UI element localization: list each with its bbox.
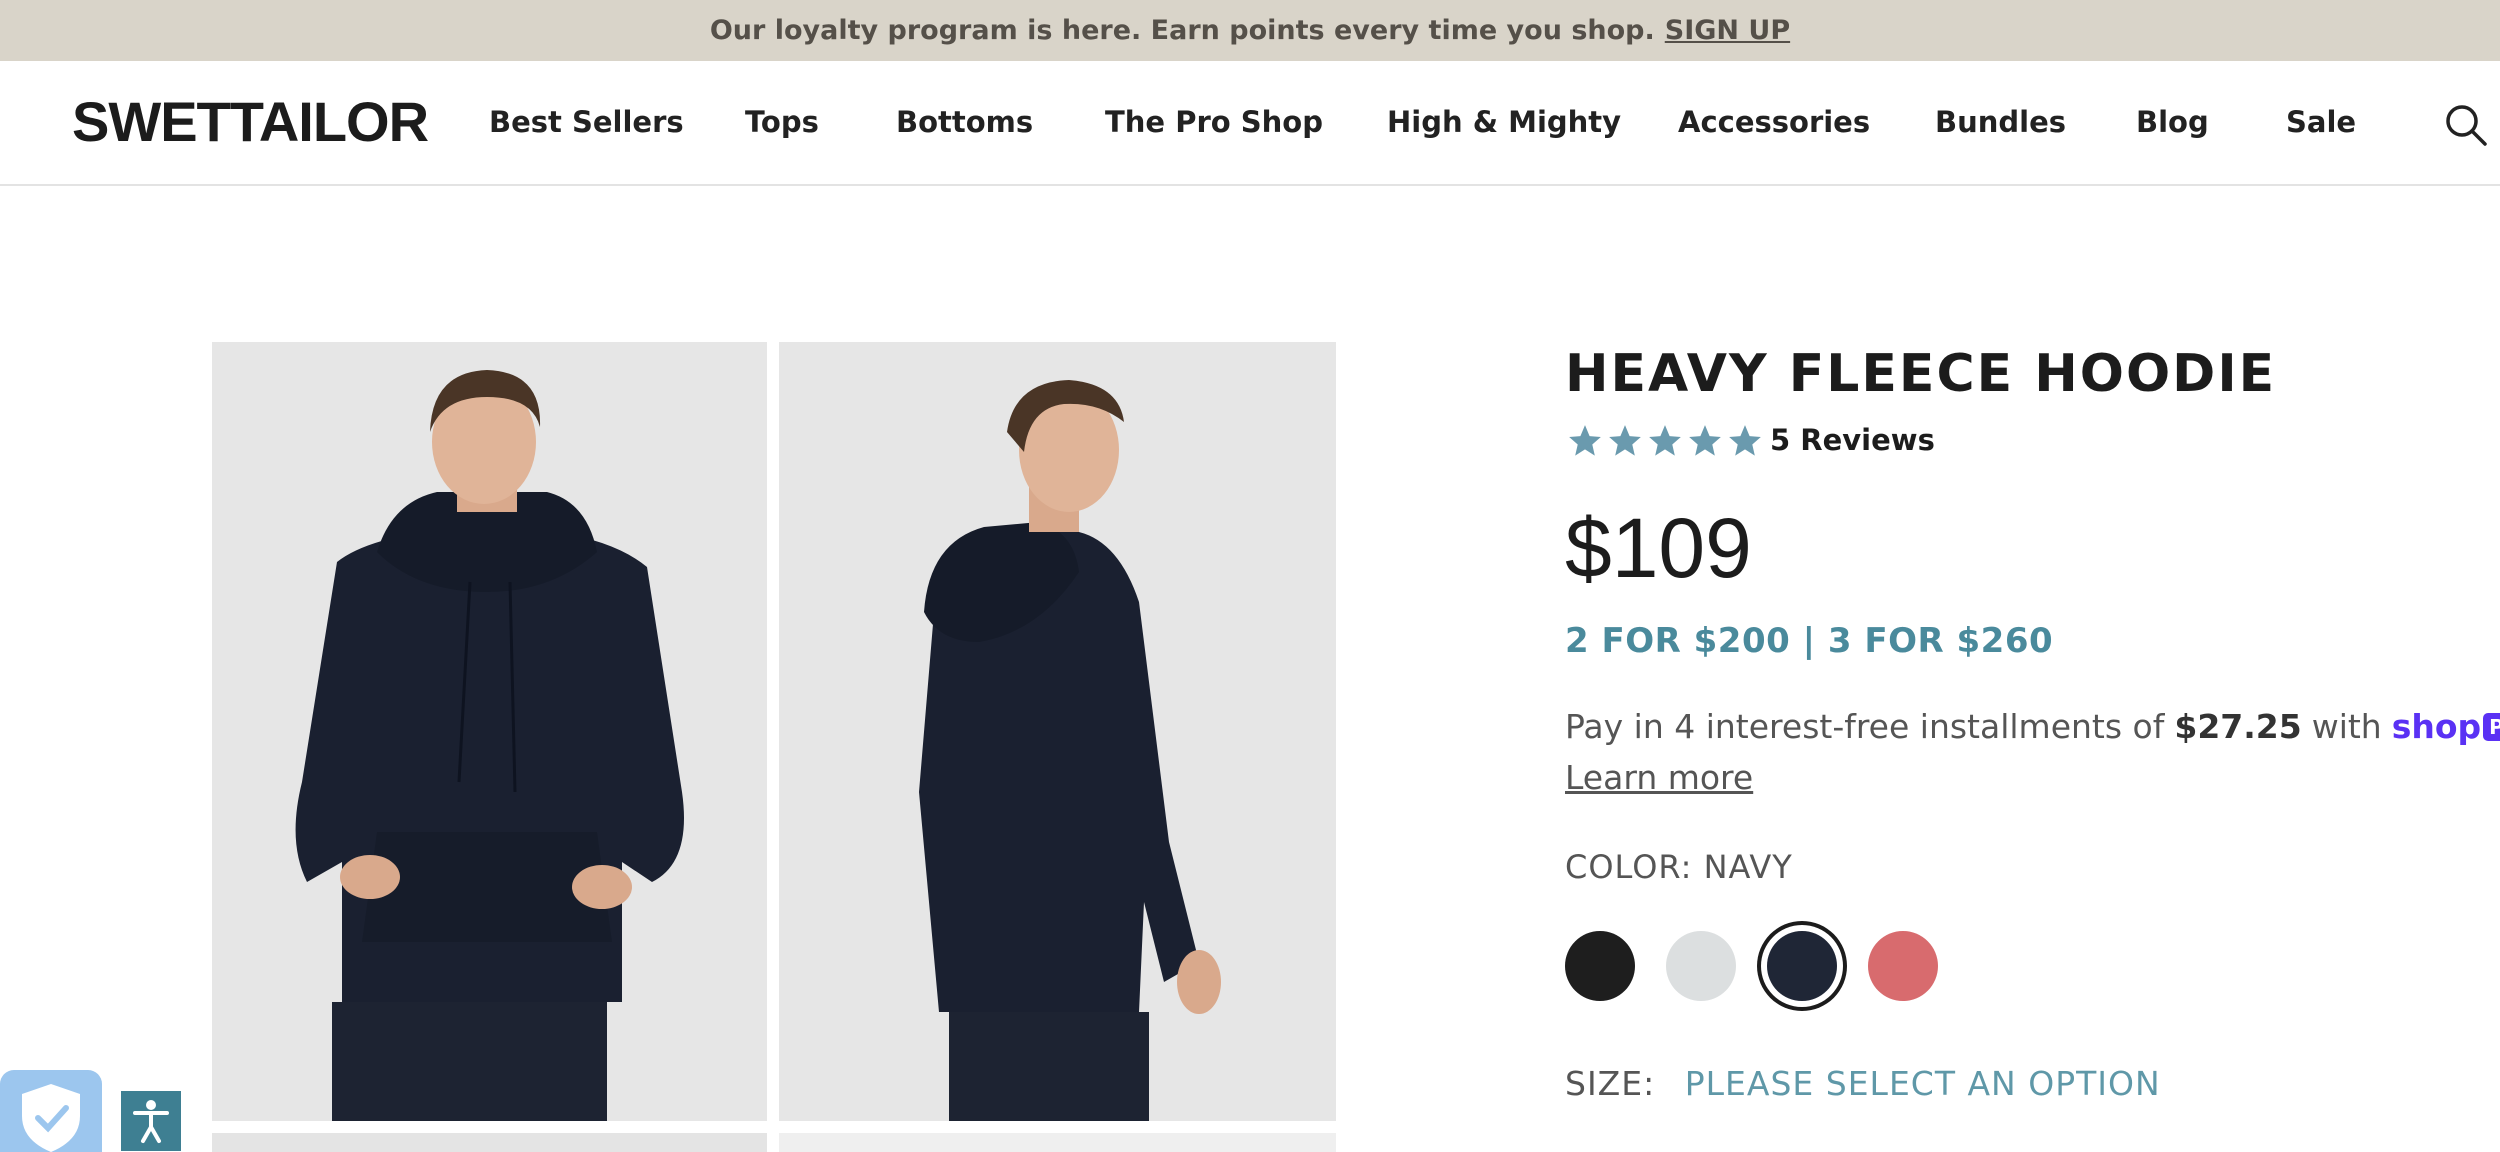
color-label: COLOR: NAVY [1565,848,1793,886]
nav-tops[interactable]: Tops [745,105,819,139]
installment-amount: $27.25 [2174,707,2302,746]
size-label: SIZE: [1565,1064,1656,1103]
star-icon [1689,425,1721,456]
product-image-side[interactable] [779,342,1336,1121]
installments-text: Pay in 4 interest-free installments of [1565,707,2165,746]
reviews-link[interactable]: 5 Reviews [1770,423,1935,457]
nav-best-sellers[interactable]: Best Sellers [489,105,684,139]
nav-pro-shop[interactable]: The Pro Shop [1105,105,1323,139]
swatch-black[interactable] [1565,931,1635,1001]
accessibility-icon[interactable] [121,1091,181,1151]
product-title: HEAVY FLEECE HOODIE [1565,344,2277,404]
product-image-3[interactable] [212,1133,767,1152]
site-header: SWETTAILOR Best Sellers Tops Bottoms The… [0,61,2500,186]
size-selector: SIZE: PLEASE SELECT AN OPTION [1565,1064,2161,1103]
bundle-offer: 2 FOR $200 | 3 FOR $260 [1565,621,2054,661]
nav-bottoms[interactable]: Bottoms [896,105,1033,139]
nav-bundles[interactable]: Bundles [1935,105,2066,139]
nav-blog[interactable]: Blog [2136,105,2209,139]
learn-more-link[interactable]: Learn more [1565,758,1753,797]
swatch-red[interactable] [1868,931,1938,1001]
product-price: $109 [1565,501,1752,595]
sign-up-link[interactable]: SIGN UP [1665,15,1790,46]
swatch-light-grey[interactable] [1666,931,1736,1001]
size-option-prompt[interactable]: PLEASE SELECT AN OPTION [1685,1064,2161,1103]
nav-sale[interactable]: Sale [2286,105,2356,139]
logo[interactable]: SWETTAILOR [72,89,429,154]
installments-info: Pay in 4 interest-free installments of $… [1565,707,2500,746]
shop-pay-wordmark: shop [2391,707,2482,746]
banner-text: Our loyalty program is here. Earn points… [709,15,1655,46]
rating-stars[interactable] [1566,422,1764,460]
star-icon [1729,425,1761,456]
swatch-navy[interactable] [1767,931,1837,1001]
nav-high-mighty[interactable]: High & Mighty [1387,105,1621,139]
shop-pay-logo: shop Pay [2392,707,2500,746]
search-icon[interactable] [2444,103,2488,147]
security-shield-icon[interactable] [0,1070,102,1152]
star-icon [1609,425,1641,456]
star-icon [1649,425,1681,456]
nav-accessories[interactable]: Accessories [1678,105,1870,139]
shop-pay-badge: Pay [2483,712,2500,741]
product-image-4[interactable] [779,1133,1336,1152]
installments-with: with [2311,707,2382,746]
product-image-front[interactable] [212,342,767,1121]
star-icon [1569,425,1601,456]
loyalty-banner: Our loyalty program is here. Earn points… [0,0,2500,61]
